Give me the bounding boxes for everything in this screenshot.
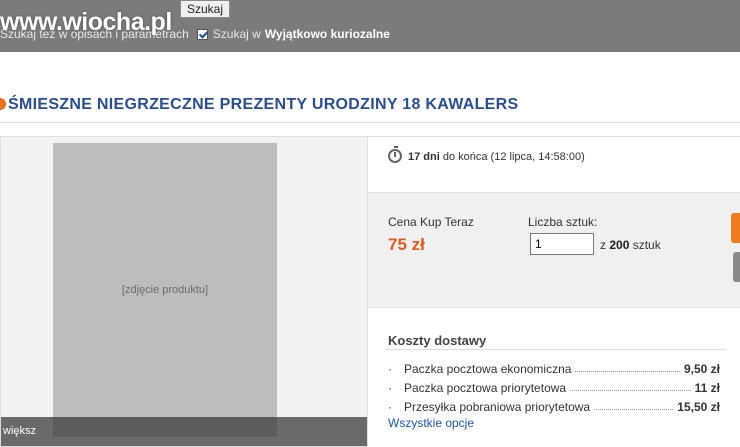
time-left: 17 dni do końca (12 lipca, 14:58:00) bbox=[408, 151, 585, 163]
dotted-leader bbox=[575, 371, 680, 372]
top-search-bar: Szukaj Szukaj też w opisach i parametrac… bbox=[0, 0, 740, 52]
zoom-strip[interactable]: większ bbox=[1, 417, 367, 446]
all-shipping-options-link[interactable]: Wszystkie opcje bbox=[388, 416, 474, 430]
shipping-option-price: 11 zł bbox=[694, 381, 720, 395]
search-button[interactable]: Szukaj bbox=[180, 0, 230, 18]
quantity-unit: sztuk bbox=[632, 238, 661, 252]
shipping-option: · Paczka pocztowa ekonomiczna 9,50 zł bbox=[388, 358, 720, 376]
clock-icon bbox=[388, 146, 402, 163]
dotted-leader bbox=[594, 409, 674, 410]
shipping-option-name: Paczka pocztowa priorytetowa bbox=[404, 381, 567, 395]
product-photo-note: [zdjęcie produktu] bbox=[121, 284, 209, 296]
add-to-cart-button[interactable] bbox=[733, 252, 740, 282]
shipping-title: Koszty dostawy bbox=[388, 333, 487, 348]
quantity-available: z 200 sztuk bbox=[600, 238, 661, 252]
bullet-icon: · bbox=[388, 400, 392, 414]
search-category-label: Szukaj w bbox=[212, 27, 261, 41]
photo-panel: [zdjęcie produktu] większ bbox=[0, 136, 368, 447]
shipping-option-name: Paczka pocztowa ekonomiczna bbox=[404, 362, 572, 376]
auction-time-panel: 17 dni do końca (12 lipca, 14:58:00) bbox=[368, 136, 740, 193]
shipping-option-price: 9,50 zł bbox=[683, 362, 720, 376]
end-date: do końca (12 lipca, 14:58:00) bbox=[442, 151, 585, 163]
buy-now-box: Cena Kup Teraz 75 zł Liczba sztuk: z 200… bbox=[368, 192, 740, 308]
search-category-name: Wyjątkowo kuriozalne bbox=[264, 27, 390, 41]
shipping-option-name: Przesyłka pobraniowa priorytetowa bbox=[404, 400, 591, 414]
listing-bullet-icon bbox=[0, 98, 6, 110]
bullet-icon: · bbox=[388, 381, 392, 395]
search-category-checkbox[interactable] bbox=[196, 28, 208, 40]
quantity-label: Liczba sztuk: bbox=[528, 215, 598, 229]
quantity-prefix: z bbox=[600, 238, 606, 252]
bullet-icon: · bbox=[388, 362, 392, 376]
site-logo[interactable]: www.wiocha.pl bbox=[0, 8, 172, 37]
price-label: Cena Kup Teraz bbox=[388, 215, 474, 229]
price-value: 75 zł bbox=[388, 235, 425, 254]
shipping-option-price: 15,50 zł bbox=[677, 400, 720, 414]
zoom-label: większ bbox=[3, 425, 37, 437]
quantity-input[interactable] bbox=[530, 233, 594, 255]
shipping-option: · Paczka pocztowa priorytetowa 11 zł bbox=[388, 377, 720, 395]
dotted-leader bbox=[570, 390, 691, 391]
listing-title: ŚMIESZNE NIEGRZECZNE PREZENTY URODZINY 1… bbox=[8, 96, 519, 113]
product-photo-placeholder[interactable]: [zdjęcie produktu] bbox=[53, 143, 277, 437]
site-logo-text: www.wiocha.pl bbox=[0, 8, 172, 36]
listing-title-bar: ŚMIESZNE NIEGRZECZNE PREZENTY URODZINY 1… bbox=[0, 94, 740, 123]
buy-now-button[interactable] bbox=[731, 213, 740, 243]
days-left: 17 dni bbox=[408, 151, 440, 163]
shipping-option: · Przesyłka pobraniowa priorytetowa 15,5… bbox=[388, 396, 720, 414]
quantity-max: 200 bbox=[609, 238, 630, 252]
shipping-divider bbox=[386, 349, 726, 350]
